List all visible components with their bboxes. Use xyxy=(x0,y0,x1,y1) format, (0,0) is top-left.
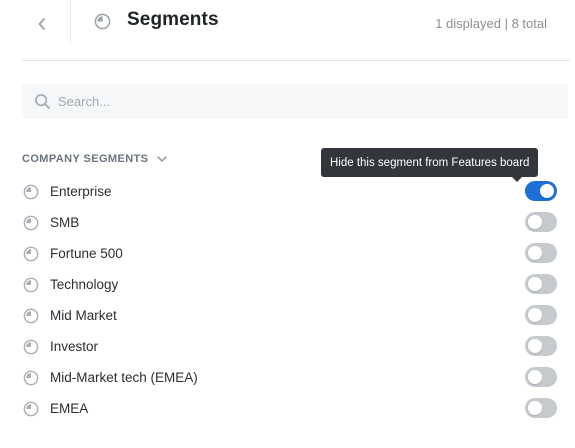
segment-label: Enterprise xyxy=(50,184,112,199)
segment-toggle[interactable] xyxy=(525,212,557,232)
segment-label: Mid-Market tech (EMEA) xyxy=(50,370,198,385)
segment-row: EMEA xyxy=(22,393,562,424)
toggle-knob xyxy=(528,339,542,353)
segment-label: Technology xyxy=(50,277,119,292)
segment-pie-icon xyxy=(23,339,39,354)
segment-pie-icon xyxy=(23,277,39,292)
segment-label: EMEA xyxy=(50,401,89,416)
section-header-company-segments[interactable]: COMPANY SEGMENTS xyxy=(22,153,168,165)
toggle-knob xyxy=(528,277,542,291)
segment-toggle[interactable] xyxy=(525,243,557,263)
segment-toggle[interactable] xyxy=(525,336,557,356)
segment-toggle[interactable] xyxy=(525,398,557,418)
header-divider xyxy=(22,60,570,61)
segment-pie-icon xyxy=(94,13,111,30)
segment-label: Investor xyxy=(50,339,99,354)
segment-toggle[interactable] xyxy=(525,181,557,201)
segment-pie-icon xyxy=(23,184,39,199)
segment-row: Technology xyxy=(22,269,562,300)
tooltip: Hide this segment from Features board xyxy=(321,148,539,182)
segment-row: Investor xyxy=(22,331,562,362)
section-title: COMPANY SEGMENTS xyxy=(22,153,149,165)
toggle-knob xyxy=(528,308,542,322)
header-divider-vertical xyxy=(70,0,71,42)
segment-row: Fortune 500 xyxy=(22,238,562,269)
chevron-down-icon xyxy=(157,156,168,162)
segment-label: Fortune 500 xyxy=(50,246,123,261)
segment-toggle[interactable] xyxy=(525,367,557,387)
toggle-knob xyxy=(540,184,554,198)
segment-label: SMB xyxy=(50,215,80,230)
segment-toggle[interactable] xyxy=(525,274,557,294)
segment-list: Enterprise SMB Fortune 500 Technology Mi… xyxy=(22,176,562,424)
segment-toggle[interactable] xyxy=(525,305,557,325)
page-title: Segments xyxy=(127,9,219,30)
search-input[interactable] xyxy=(58,86,538,117)
segments-panel: Segments 1 displayed | 8 total COMPANY S… xyxy=(0,0,575,448)
segment-pie-icon xyxy=(23,401,39,416)
back-button[interactable] xyxy=(30,12,54,36)
search-box[interactable] xyxy=(22,84,568,119)
segment-label: Mid Market xyxy=(50,308,117,323)
chevron-left-icon xyxy=(38,18,45,30)
segment-row: Mid-Market tech (EMEA) xyxy=(22,362,562,393)
toggle-knob xyxy=(528,370,542,384)
segment-counts: 1 displayed | 8 total xyxy=(435,16,547,31)
toggle-knob xyxy=(528,215,542,229)
segment-row: Mid Market xyxy=(22,300,562,331)
segment-pie-icon xyxy=(23,215,39,230)
toggle-knob xyxy=(528,246,542,260)
segment-pie-icon xyxy=(23,246,39,261)
toggle-knob xyxy=(528,401,542,415)
tooltip-text: Hide this segment from Features board xyxy=(330,156,530,169)
search-icon xyxy=(35,94,50,109)
segment-row: Enterprise xyxy=(22,176,562,207)
segment-row: SMB xyxy=(22,207,562,238)
segment-pie-icon xyxy=(23,308,39,323)
segment-pie-icon xyxy=(23,370,39,385)
